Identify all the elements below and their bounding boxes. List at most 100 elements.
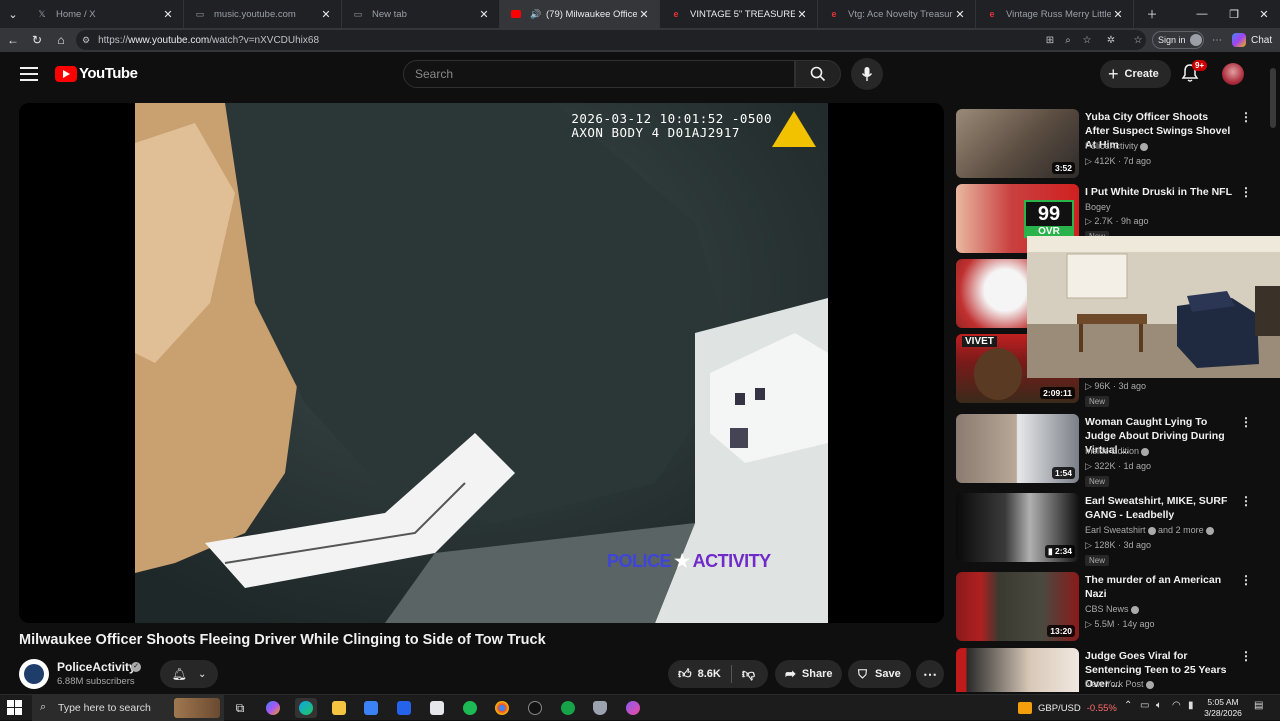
notification-center-icon[interactable]: ▤ — [1254, 700, 1263, 711]
more-vertical-icon[interactable]: ⋮ — [1240, 649, 1252, 663]
new-tab-icon[interactable]: ＋ — [1136, 0, 1168, 28]
site-info-icon[interactable]: ⚙ — [82, 35, 90, 46]
video-thumbnail[interactable] — [956, 648, 1079, 692]
account-avatar[interactable] — [1222, 63, 1244, 85]
speaker-icon[interactable]: 🔊 — [530, 8, 542, 20]
like-button[interactable]: 👍︎ 8.6K — [668, 660, 731, 688]
close-tab-icon[interactable]: ✕ — [477, 8, 491, 21]
recommended-video[interactable]: 3:52 Yuba City Officer Shoots After Susp… — [956, 109, 1260, 179]
recommended-video[interactable]: 13:20 The murder of an American Nazi CBS… — [956, 572, 1260, 642]
video-thumbnail[interactable]: ▮ 2:34 — [956, 493, 1079, 562]
shield-icon[interactable] — [589, 698, 611, 718]
scrollbar-thumb[interactable] — [1270, 68, 1276, 128]
copilot-chat-button[interactable]: Chat — [1232, 31, 1272, 49]
store-icon[interactable] — [360, 698, 382, 718]
menu-icon[interactable] — [18, 64, 40, 84]
page-icon: ▭ — [353, 8, 363, 19]
copilot-taskbar-icon[interactable] — [262, 698, 284, 718]
video-frame[interactable]: 2026-03-12 10:01:52 -0500 AXON BODY 4 D0… — [135, 103, 828, 623]
search-button[interactable] — [795, 60, 841, 88]
close-tab-icon[interactable]: ✕ — [795, 8, 809, 21]
currency-widget[interactable]: GBP/USD -0.55% — [1018, 695, 1117, 721]
tab-youtube-active[interactable]: 🔊 (79) Milwaukee Officer Shoots ✕ — [500, 0, 660, 28]
battery-icon[interactable]: ▮ — [1188, 700, 1194, 711]
tab-search-button[interactable]: ⌄ — [0, 0, 26, 28]
share-button[interactable]: ➦ Share — [775, 660, 842, 688]
more-vertical-icon[interactable]: ⋮ — [1240, 573, 1252, 587]
recommended-video[interactable]: 1:54 Woman Caught Lying To Judge About D… — [956, 414, 1260, 487]
maximize-icon[interactable]: ❐ — [1218, 0, 1250, 28]
bookmark-star-icon[interactable]: ☆ — [1079, 32, 1095, 48]
tab-new-tab[interactable]: ▭ New tab ✕ — [342, 0, 500, 28]
app-install-icon[interactable]: ⊞ — [1042, 32, 1058, 48]
chrome-icon[interactable] — [491, 698, 513, 718]
channel-line: PoliceActivity — [1085, 139, 1149, 154]
home-icon[interactable]: ⌂ — [51, 30, 71, 50]
mail-icon[interactable] — [393, 698, 415, 718]
more-vertical-icon[interactable]: ⋮ — [1240, 415, 1252, 429]
file-explorer-icon[interactable] — [328, 698, 350, 718]
close-tab-icon[interactable]: ✕ — [1111, 8, 1125, 21]
video-player[interactable]: 2026-03-12 10:01:52 -0500 AXON BODY 4 D0… — [19, 103, 944, 623]
video-title[interactable]: Earl Sweatshirt, MIKE, SURF GANG - Leadb… — [1085, 494, 1235, 522]
close-window-icon[interactable]: ✕ — [1248, 0, 1280, 28]
edge-icon[interactable] — [295, 698, 317, 718]
task-view-icon[interactable]: ⧉ — [229, 698, 251, 718]
channel-avatar[interactable] — [19, 659, 49, 689]
tab-music-youtube[interactable]: ▭ music.youtube.com ✕ — [184, 0, 342, 28]
system-clock[interactable]: 5:05 AM 3/28/2026 — [1200, 697, 1246, 719]
document-icon[interactable] — [426, 698, 448, 718]
more-vertical-icon[interactable]: ⋮ — [1240, 185, 1252, 199]
close-tab-icon[interactable]: ✕ — [637, 8, 651, 21]
save-button[interactable]: ⛉ Save — [848, 660, 911, 688]
wifi-icon[interactable]: ◠ — [1172, 700, 1181, 711]
tab-x[interactable]: 𝕏 Home / X ✕ — [26, 0, 184, 28]
more-vertical-icon[interactable]: ⋮ — [1240, 110, 1252, 124]
video-thumbnail[interactable]: 3:52 — [956, 109, 1079, 178]
create-button[interactable]: + Create — [1100, 60, 1171, 88]
extensions-icon[interactable]: ✲ — [1103, 32, 1119, 48]
close-tab-icon[interactable]: ✕ — [953, 8, 967, 21]
search-icon: ⌕ — [40, 701, 47, 713]
video-thumbnail[interactable]: 13:20 — [956, 572, 1079, 641]
recommended-video[interactable]: ▮ 2:34 Earl Sweatshirt, MIKE, SURF GANG … — [956, 493, 1260, 566]
page-scrollbar[interactable] — [1268, 56, 1278, 692]
video-title[interactable]: I Put White Druski in The NFL — [1085, 185, 1235, 199]
reload-icon[interactable]: ↻ — [27, 30, 47, 50]
close-tab-icon[interactable]: ✕ — [319, 8, 333, 21]
tab-russ-troll[interactable]: e Vintage Russ Merry Little Troll Ch ✕ — [976, 0, 1134, 28]
dislike-button[interactable]: 👎︎ — [732, 660, 765, 688]
network-icon[interactable]: ▭ — [1140, 700, 1149, 711]
notifications-button[interactable]: 9+ — [1180, 60, 1208, 85]
browser-menu-icon[interactable]: ⋯ — [1209, 32, 1225, 48]
xbox-icon[interactable] — [557, 698, 579, 718]
video-preview-overlay[interactable] — [1027, 236, 1280, 378]
messenger-icon[interactable] — [622, 698, 644, 718]
zoom-icon[interactable]: ⌕ — [1060, 32, 1076, 48]
channel-name[interactable]: PoliceActivity — [57, 660, 136, 674]
back-icon[interactable]: ← — [3, 30, 23, 50]
tab-treasure-troll[interactable]: e VINTAGE 5" TREASURE TROLL DOLL ✕ — [660, 0, 818, 28]
video-thumbnail[interactable]: 1:54 — [956, 414, 1079, 483]
minimize-icon[interactable]: — — [1186, 0, 1218, 28]
youtube-logo[interactable]: YouTube — [55, 65, 138, 82]
recommended-video[interactable]: Judge Goes Viral for Sentencing Teen to … — [956, 648, 1260, 692]
arrow-app-icon[interactable] — [524, 698, 546, 718]
windows-start-icon[interactable] — [6, 699, 24, 717]
favorites-icon[interactable]: ☆ — [1130, 32, 1146, 48]
voice-search-button[interactable] — [851, 58, 883, 90]
video-title[interactable]: The murder of an American Nazi — [1085, 573, 1235, 601]
close-tab-icon[interactable]: ✕ — [161, 8, 175, 21]
more-vertical-icon[interactable]: ⋮ — [1240, 494, 1252, 508]
chevron-up-icon[interactable]: ⌃ — [1124, 700, 1132, 711]
spotify-icon[interactable] — [459, 698, 481, 718]
subscription-notify-button[interactable]: 🔔︎ ⌄ — [160, 660, 218, 688]
sign-in-button[interactable]: Sign in — [1152, 31, 1204, 49]
tab-ace-novelty[interactable]: e Vtg: Ace Novelty Treasure Troll Doll ✕ — [818, 0, 976, 28]
play-icon: ▷ — [1085, 156, 1095, 166]
volume-icon[interactable]: 🔈︎ — [1156, 700, 1162, 711]
taskbar-search-input[interactable]: ⌕ Type here to search — [32, 695, 224, 721]
search-input[interactable]: Search — [403, 60, 795, 88]
address-bar[interactable]: ⚙ https://www.youtube.com/watch?v=nXVCDU… — [76, 30, 1146, 50]
more-actions-button[interactable]: ⋯ — [916, 660, 944, 688]
